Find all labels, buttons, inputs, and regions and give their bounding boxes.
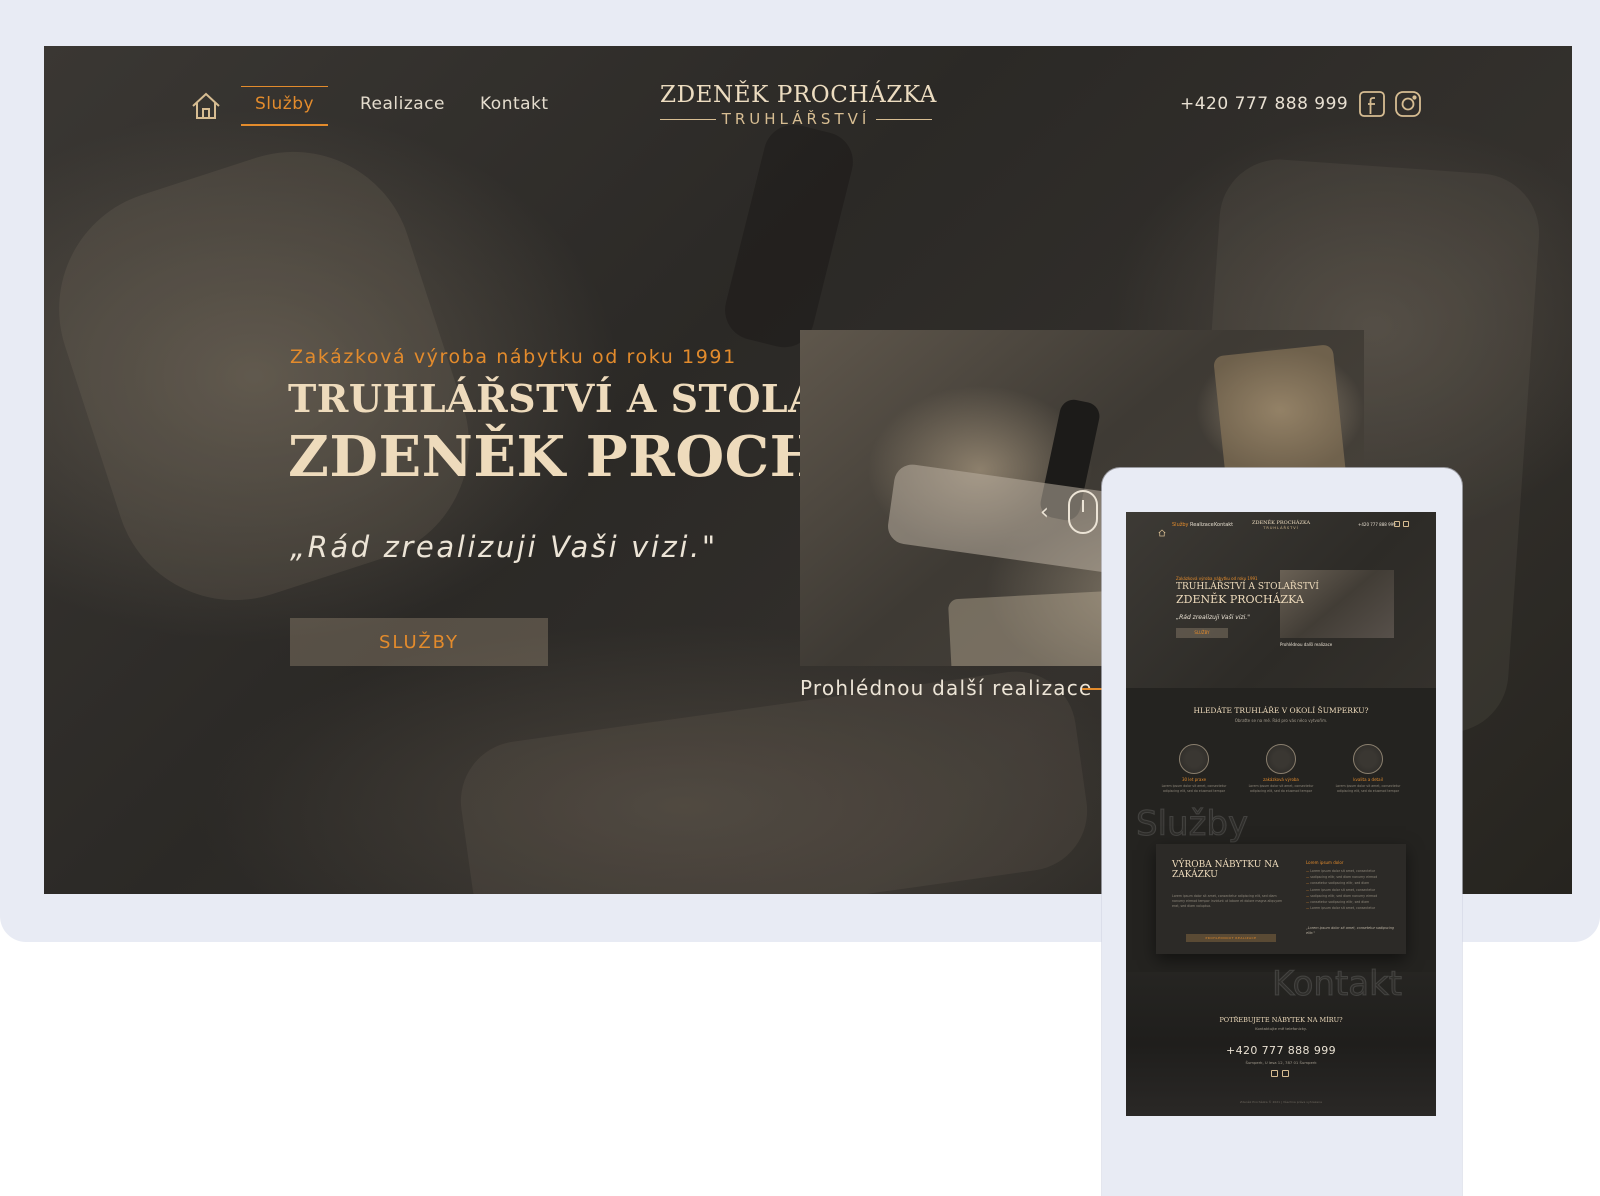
service-card-quote: „Lorem ipsum dolor sit amet, consetetur … bbox=[1306, 926, 1395, 935]
mobile-phone-link[interactable]: +420 777 888 999 bbox=[1358, 522, 1396, 527]
mobile-contact-subtitle: Kontaktujte mě telefonicky. bbox=[1255, 1026, 1307, 1031]
nav-link-kontakt[interactable]: Kontakt bbox=[466, 94, 563, 124]
mobile-intro-title: HLEDÁTE TRUHLÁŘE V OKOLÍ ŠUMPERKU? bbox=[1193, 706, 1369, 715]
hero-eyebrow: Zakázková výroba nábytku od roku 1991 bbox=[290, 346, 737, 368]
mobile-hero-title-line1: TRUHLÁŘSTVÍ A STOLAŘSTVÍ bbox=[1176, 582, 1319, 592]
mobile-services-cta-button[interactable]: SLUŽBY bbox=[1176, 628, 1228, 638]
site-logo[interactable]: ZDENĚK PROCHÁZKA TRUHLÁŘSTVÍ bbox=[660, 82, 937, 128]
instagram-icon[interactable] bbox=[1282, 1070, 1289, 1077]
mobile-nav-link-sluzby[interactable]: Služby bbox=[1172, 522, 1189, 528]
mobile-contact-address: Šumperk, U lesa 12, 787 01 Šumperk bbox=[1245, 1060, 1317, 1065]
mobile-hero-quote: „Rád zrealizuji Vaši vizi." bbox=[1176, 614, 1250, 621]
mobile-contact-title: POTŘEBUJETE NÁBYTEK NA MÍRU? bbox=[1219, 1016, 1343, 1024]
home-icon[interactable] bbox=[190, 90, 222, 122]
instagram-icon[interactable] bbox=[1394, 90, 1422, 118]
mobile-nav-link-realizace[interactable]: Realizace bbox=[1190, 522, 1214, 528]
mobile-hero-eyebrow: Zakázková výroba nábytku od roku 1991 bbox=[1176, 576, 1258, 581]
logo-subtitle: TRUHLÁŘSTVÍ bbox=[721, 110, 871, 128]
logo-name: ZDENĚK PROCHÁZKA bbox=[660, 82, 937, 108]
mobile-feature-experience: 30 let praxe Lorem ipsum dolor sit amet,… bbox=[1156, 744, 1232, 794]
mouse-scroll-icon[interactable] bbox=[1068, 490, 1098, 534]
facebook-icon[interactable] bbox=[1271, 1070, 1278, 1077]
mobile-logo-subtitle: TRUHLÁŘSTVÍ bbox=[1263, 526, 1299, 530]
nav-link-realizace[interactable]: Realizace bbox=[346, 94, 459, 124]
mobile-screen: Služby Realizace Kontakt ZDENĚK PROCHÁZK… bbox=[1126, 512, 1436, 1116]
mobile-contact-phone[interactable]: +420 777 888 999 bbox=[1126, 1044, 1436, 1057]
saw-blade-icon bbox=[1179, 744, 1209, 774]
cabinet-icon bbox=[1266, 744, 1296, 774]
instagram-icon[interactable] bbox=[1403, 521, 1409, 527]
mobile-feature-label: kvalita a detail bbox=[1353, 777, 1383, 782]
mobile-feature-text: Lorem ipsum dolor sit amet, consectetur … bbox=[1248, 784, 1314, 793]
service-card-button[interactable]: PROHLÉDNOUT REALIZACE bbox=[1186, 934, 1276, 942]
logo-rule-right bbox=[876, 118, 933, 120]
service-card-list-title: Lorem ipsum dolor bbox=[1306, 860, 1344, 865]
mobile-feature-custom: zakázková výroba Lorem ipsum dolor sit a… bbox=[1243, 744, 1319, 794]
hero-quote: „Rád zrealizuji Vaši vizi." bbox=[290, 530, 718, 564]
facebook-icon[interactable] bbox=[1358, 90, 1386, 118]
mobile-feature-quality: kvalita a detail Lorem ipsum dolor sit a… bbox=[1330, 744, 1406, 794]
mobile-device-frame: Služby Realizace Kontakt ZDENĚK PROCHÁZK… bbox=[1102, 468, 1462, 1196]
facebook-icon[interactable] bbox=[1394, 521, 1400, 527]
services-cta-button[interactable]: SLUŽBY bbox=[290, 618, 548, 666]
contact-watermark: Kontakt bbox=[1271, 964, 1403, 1005]
mobile-footer: Zdeněk Procházka © 2021 | Všechna práva … bbox=[1240, 1100, 1322, 1104]
mobile-feature-label: 30 let praxe bbox=[1181, 777, 1207, 782]
mobile-service-card: VÝROBA NÁBYTKU NA ZAKÁZKU Lorem ipsum do… bbox=[1156, 844, 1406, 954]
mobile-feature-text: Lorem ipsum dolor sit amet, consectetur … bbox=[1161, 784, 1227, 793]
main-navigation: Služby Realizace Kontakt ZDENĚK PROCHÁZK… bbox=[44, 46, 1572, 176]
service-card-list: Lorem ipsum dolor sit amet, consectetur … bbox=[1306, 868, 1396, 911]
chevron-left-icon[interactable]: ‹ bbox=[1040, 500, 1049, 525]
phone-link[interactable]: +420 777 888 999 bbox=[1180, 94, 1348, 114]
mobile-hero: Služby Realizace Kontakt ZDENĚK PROCHÁZK… bbox=[1126, 512, 1436, 688]
logo-rule-left bbox=[660, 118, 716, 120]
mobile-hero-title-line2: ZDENĚK PROCHÁZKA bbox=[1176, 593, 1304, 606]
service-card-text: Lorem ipsum dolor sit amet, consectetur … bbox=[1172, 894, 1283, 908]
home-icon[interactable] bbox=[1158, 522, 1166, 537]
realizace-link[interactable]: Prohlédnou další realizace bbox=[800, 676, 1092, 700]
mobile-site-logo[interactable]: ZDENĚK PROCHÁZKA TRUHLÁŘSTVÍ bbox=[1252, 520, 1310, 530]
mobile-feature-label: zakázková výroba bbox=[1263, 777, 1299, 782]
mobile-nav-link-kontakt[interactable]: Kontakt bbox=[1214, 522, 1233, 528]
nav-link-sluzby[interactable]: Služby bbox=[241, 86, 329, 126]
mobile-feature-text: Lorem ipsum dolor sit amet, consectetur … bbox=[1335, 784, 1401, 793]
logo-subtitle-row: TRUHLÁŘSTVÍ bbox=[660, 110, 933, 128]
list-item: Lorem ipsum dolor sit amet, consectetur bbox=[1306, 905, 1396, 911]
tools-icon bbox=[1353, 744, 1383, 774]
mobile-intro-subtitle: Obraťte se na mě. Rád pro vás něco vytvo… bbox=[1234, 718, 1328, 723]
service-card-title: VÝROBA NÁBYTKU NA ZAKÁZKU bbox=[1172, 860, 1279, 880]
mobile-realizace-link[interactable]: Prohlédnou další realizace bbox=[1280, 642, 1332, 647]
services-watermark: Služby bbox=[1135, 804, 1249, 845]
